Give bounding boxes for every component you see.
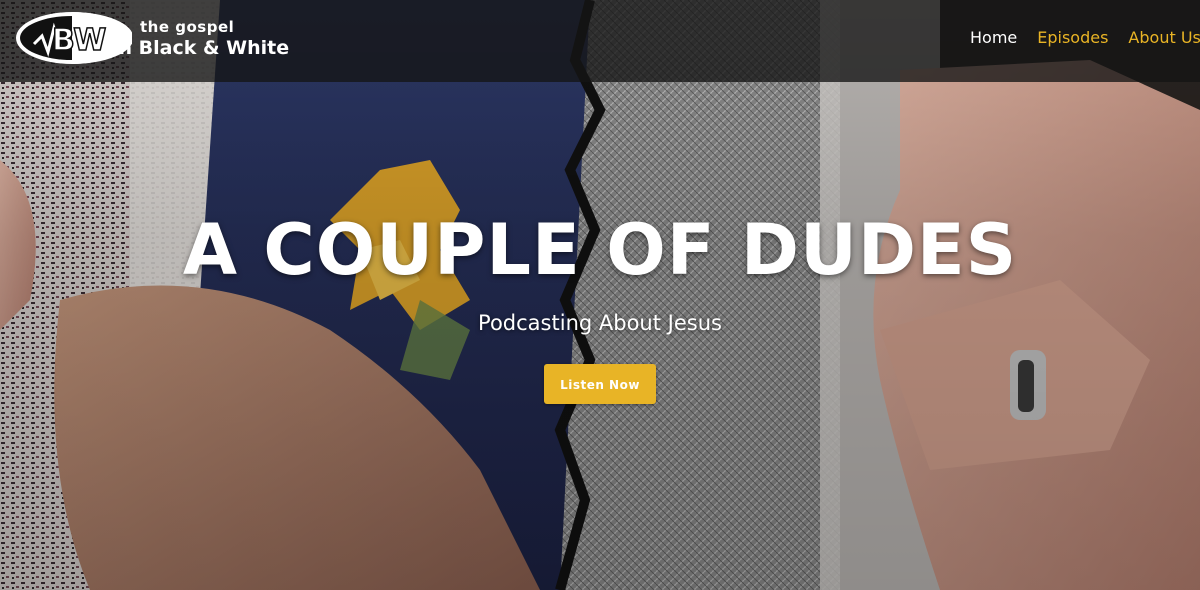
site-logo[interactable]: BW the gospel in Black & White xyxy=(14,6,304,70)
nav-item-home[interactable]: Home xyxy=(970,26,1017,50)
logo-emblem-text: BW xyxy=(52,23,106,58)
site-header: BW the gospel in Black & White Home Epis… xyxy=(0,0,1200,82)
hero-title: A COUPLE OF DUDES xyxy=(182,209,1018,291)
hero-section: A COUPLE OF DUDES Podcasting About Jesus… xyxy=(0,200,1200,404)
listen-now-button[interactable]: Listen Now xyxy=(544,364,656,404)
logo-tagline-top: the gospel xyxy=(140,18,235,36)
nav-item-about-us[interactable]: About Us xyxy=(1128,26,1200,50)
hero-subtitle: Podcasting About Jesus xyxy=(478,311,722,335)
page: BW the gospel in Black & White Home Epis… xyxy=(0,0,1200,590)
nav-item-episodes[interactable]: Episodes xyxy=(1037,26,1108,50)
main-nav: Home Episodes About Us C xyxy=(950,26,1200,50)
logo-tagline-bottom: in Black & White xyxy=(112,37,290,59)
